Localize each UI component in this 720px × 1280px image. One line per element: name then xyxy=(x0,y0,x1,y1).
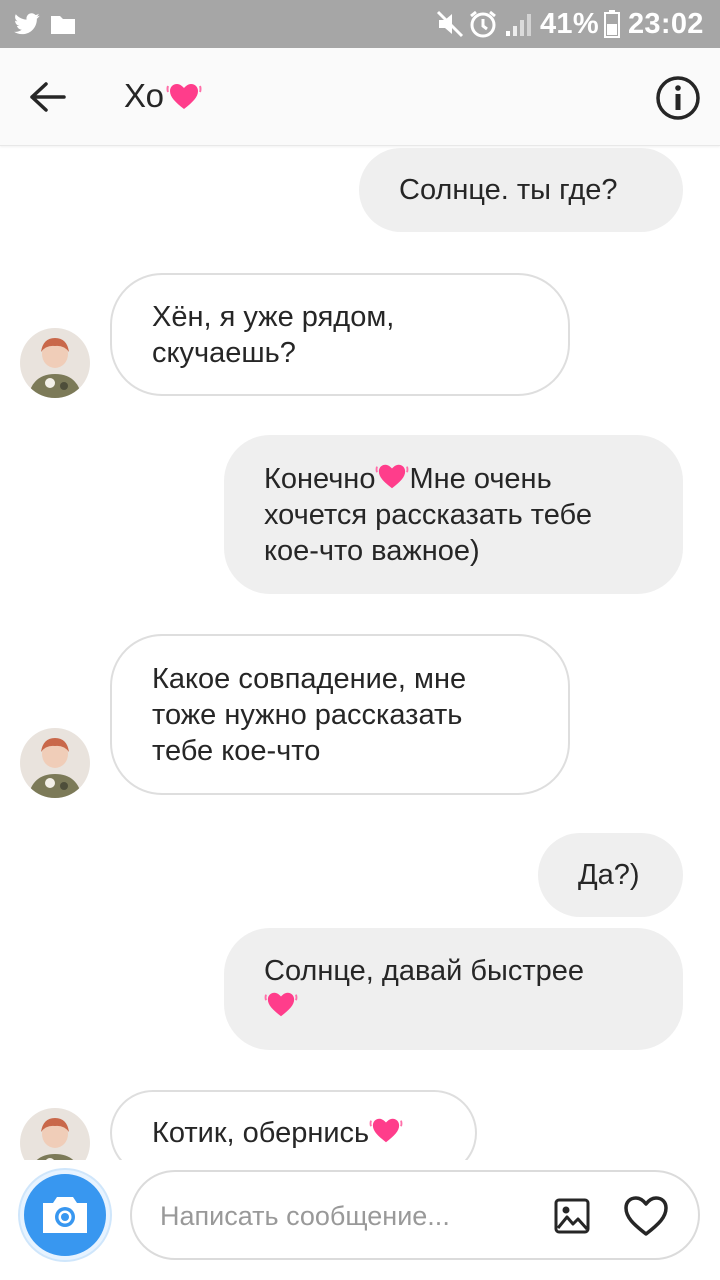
battery-percent: 41% xyxy=(540,7,599,40)
back-button[interactable] xyxy=(22,72,72,122)
twitter-icon xyxy=(14,0,40,48)
info-icon xyxy=(656,76,700,120)
image-icon xyxy=(554,1198,590,1234)
heart-outline-icon xyxy=(624,1196,668,1236)
chat-header: Хо xyxy=(0,48,720,146)
message-text: Котик, обернись xyxy=(152,1115,403,1151)
message-text: Хён, я уже рядом, скучаешь? xyxy=(152,300,395,369)
message-text: Солнце. ты где? xyxy=(399,174,618,206)
heart-icon xyxy=(376,464,409,488)
message-bubble-outgoing[interactable]: Да?) xyxy=(538,833,683,917)
message-text: Какое совпадение, мне тоже нужно рассказ… xyxy=(152,662,467,767)
avatar[interactable] xyxy=(20,328,90,398)
message-thread[interactable]: Солнце. ты где? Хён, я уже рядом, скучае… xyxy=(0,146,720,1160)
message-bubble-outgoing[interactable]: Солнце. ты где? xyxy=(359,148,683,232)
arrow-left-icon xyxy=(30,82,66,112)
camera-button[interactable] xyxy=(20,1170,110,1260)
message-text-part: Котик, обернись xyxy=(152,1117,370,1149)
message-bubble-outgoing[interactable]: Солнце, давай быстрее xyxy=(224,928,683,1050)
avatar[interactable] xyxy=(20,1108,90,1160)
clock: 23:02 xyxy=(628,7,704,40)
chat-title-text: Хо xyxy=(124,77,164,114)
message-text: Конечно Мне очень хочется рассказать тебе… xyxy=(264,461,643,569)
heart-icon xyxy=(369,1118,403,1143)
alarm-icon xyxy=(468,0,498,48)
camera-icon xyxy=(43,1197,87,1233)
status-bar: 41% 23:02 xyxy=(0,0,720,48)
message-text: Солнце, давай быстрее xyxy=(264,953,584,1025)
battery-icon xyxy=(604,0,620,48)
signal-icon xyxy=(504,0,534,48)
gallery-button[interactable] xyxy=(550,1194,594,1238)
message-input[interactable] xyxy=(160,1194,500,1238)
message-text: Да?) xyxy=(578,859,640,891)
message-field xyxy=(130,1170,700,1260)
info-button[interactable] xyxy=(652,72,704,124)
like-button[interactable] xyxy=(620,1190,672,1242)
folder-icon xyxy=(50,0,76,48)
message-bubble-incoming[interactable]: Хён, я уже рядом, скучаешь? xyxy=(110,273,570,396)
message-composer xyxy=(0,1160,720,1280)
heart-icon xyxy=(264,992,298,1017)
message-bubble-incoming[interactable]: Какое совпадение, мне тоже нужно рассказ… xyxy=(110,634,570,795)
chat-title[interactable]: Хо xyxy=(124,76,202,116)
message-bubble-outgoing[interactable]: Конечно Мне очень хочется рассказать тебе… xyxy=(224,435,683,594)
avatar[interactable] xyxy=(20,728,90,798)
message-text-part: Конечно xyxy=(264,462,376,495)
heart-icon xyxy=(166,84,202,109)
message-text-part: Солнце, давай быстрее xyxy=(264,955,585,987)
mute-icon xyxy=(436,0,464,48)
message-bubble-incoming[interactable]: Котик, обернись xyxy=(110,1090,477,1160)
